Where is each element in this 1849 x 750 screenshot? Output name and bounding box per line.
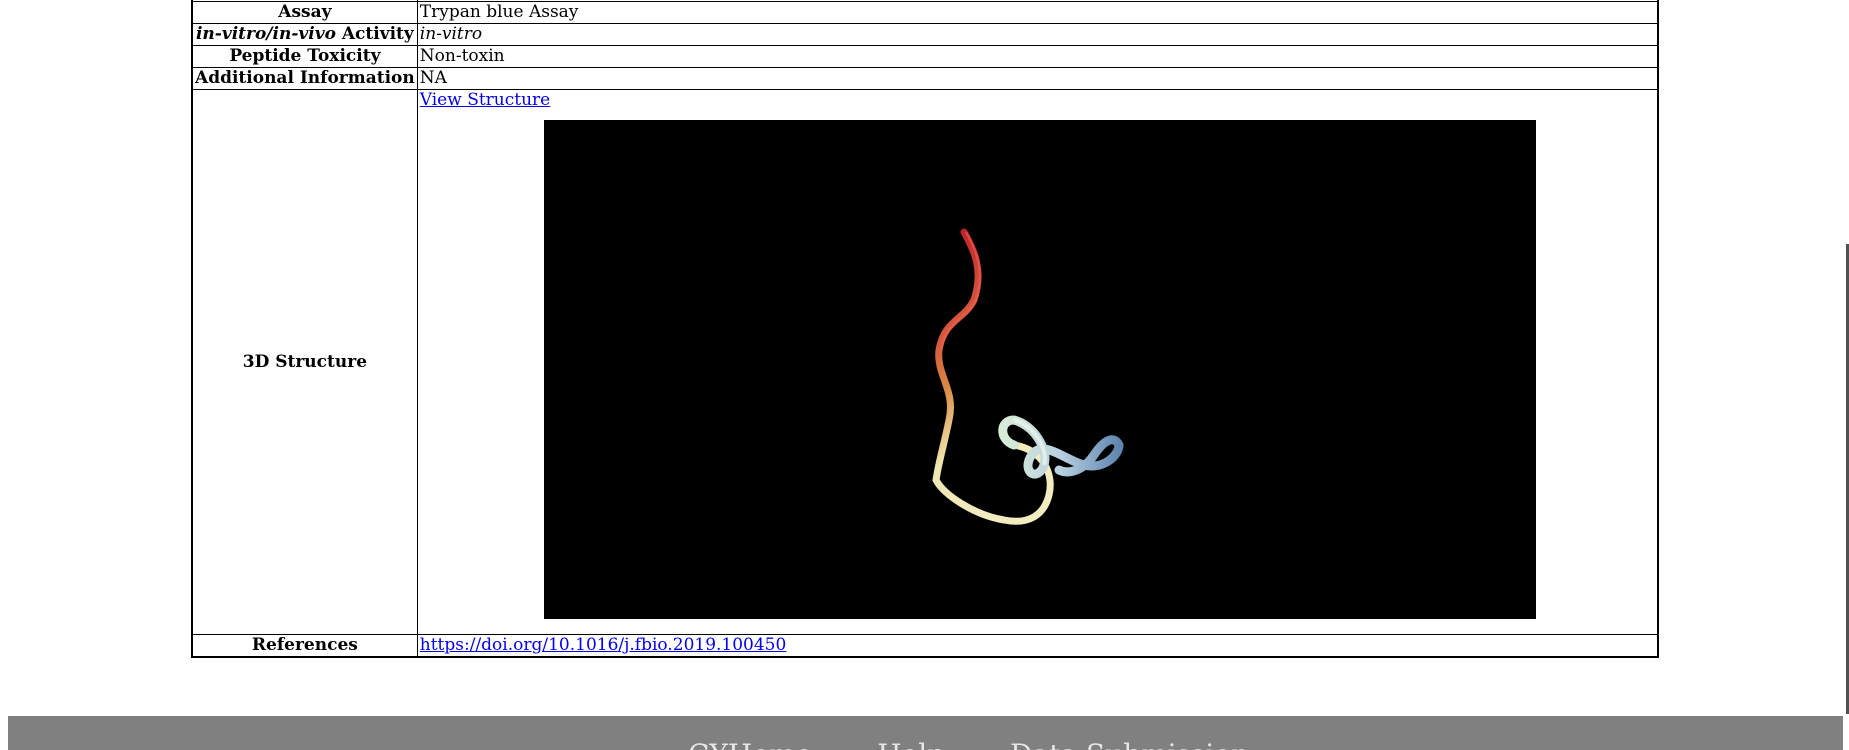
structure-value: View Structure [416, 89, 1659, 635]
table-row-additional-info: Additional Information NA [191, 67, 1659, 90]
references-value: https://doi.org/10.1016/j.fbio.2019.1004… [416, 634, 1659, 658]
toxicity-value: Non-toxin [416, 45, 1659, 68]
activity-value-text: in-vitro [419, 24, 483, 44]
page-footer: CYHome Help Data Submission [8, 716, 1843, 750]
footer-link-data-submission[interactable]: Data Submission [1010, 738, 1249, 750]
footer-links: CYHome Help Data Submission [688, 738, 1305, 750]
table-row-references: References https://doi.org/10.1016/j.fbi… [191, 634, 1659, 658]
additional-info-value: NA [416, 67, 1659, 90]
additional-info-label: Additional Information [191, 67, 418, 90]
toxicity-label: Peptide Toxicity [191, 45, 418, 68]
table-row-3d-structure: 3D Structure View Structure [191, 89, 1659, 635]
table-row-assay: Assay Trypan blue Assay [191, 1, 1659, 24]
structure-3d-viewer[interactable] [543, 120, 1536, 619]
table-row-activity: in-vitro/in-vivo Activity in-vitro [191, 23, 1659, 46]
activity-label: in-vitro/in-vivo Activity [191, 23, 418, 46]
view-structure-link[interactable]: View Structure [420, 90, 550, 110]
footer-link-home[interactable]: CYHome [688, 738, 812, 750]
protein-ribbon-graphic [932, 228, 1124, 525]
activity-label-rest: Activity [335, 24, 414, 44]
references-label: References [191, 634, 418, 658]
table-row-toxicity: Peptide Toxicity Non-toxin [191, 45, 1659, 68]
footer-link-help[interactable]: Help [877, 738, 945, 750]
structure-label: 3D Structure [191, 89, 418, 635]
page: Assay Trypan blue Assay in-vitro/in-vivo… [0, 0, 1849, 750]
assay-label: Assay [191, 1, 418, 24]
assay-value: Trypan blue Assay [416, 1, 1659, 24]
activity-value: in-vitro [416, 23, 1659, 46]
peptide-info-table: Assay Trypan blue Assay in-vitro/in-vivo… [191, 0, 1659, 658]
activity-label-italic: in-vitro/in-vivo [195, 24, 336, 44]
reference-doi-link[interactable]: https://doi.org/10.1016/j.fbio.2019.1004… [420, 635, 787, 655]
